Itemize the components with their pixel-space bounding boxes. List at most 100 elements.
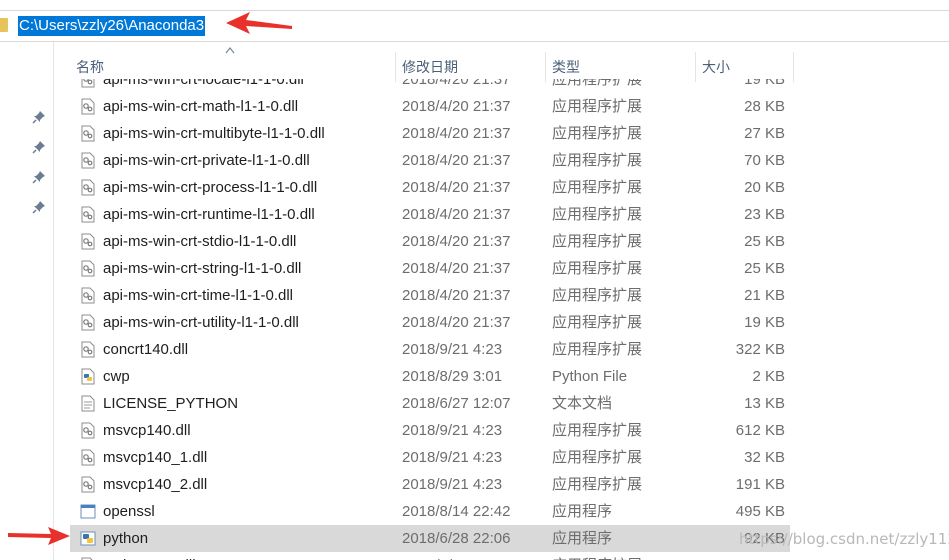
- file-type: 应用程序: [552, 503, 613, 520]
- dll-gear-icon: [80, 206, 96, 223]
- file-date: 2018/6/28 22:06: [402, 530, 511, 547]
- file-name: msvcp140_1.dll: [103, 449, 208, 466]
- file-row[interactable]: api-ms-win-crt-process-l1-1-0.dll 2018/4/…: [70, 174, 790, 201]
- file-date: 2018/6/27 12:07: [402, 395, 511, 412]
- file-type: 应用程序扩展: [552, 125, 643, 142]
- column-header-type[interactable]: 类型: [546, 52, 696, 82]
- file-name: api-ms-win-crt-locale-l1-1-0.dll: [103, 79, 304, 88]
- file-date: 2018/4/20 21:37: [402, 98, 511, 115]
- file-size: 19 KB: [744, 79, 785, 88]
- annotation-arrow-address: [226, 12, 292, 34]
- file-type: 应用程序扩展: [552, 79, 643, 88]
- column-header-name[interactable]: 名称: [70, 52, 396, 82]
- file-row[interactable]: msvcp140_1.dll 2018/9/21 4:23 应用程序扩展 32 KB: [70, 444, 790, 471]
- file-type: 文本文档: [552, 395, 613, 412]
- file-date: 2018/4/20 21:37: [402, 206, 511, 223]
- dll-gear-icon: [80, 341, 96, 358]
- file-date: 2018/4/20 21:37: [402, 314, 511, 331]
- file-type: 应用程序扩展: [552, 179, 643, 196]
- file-name: concrt140.dll: [103, 341, 189, 358]
- file-row[interactable]: LICENSE_PYTHON 2018/6/27 12:07 文本文档 13 KB: [70, 390, 790, 417]
- file-row[interactable]: concrt140.dll 2018/9/21 4:23 应用程序扩展 322 KB: [70, 336, 790, 363]
- file-row[interactable]: api-ms-win-crt-private-l1-1-0.dll 2018/4/…: [70, 147, 790, 174]
- dll-gear-icon: [80, 422, 96, 439]
- file-size: 495 KB: [735, 503, 785, 520]
- file-row[interactable]: api-ms-win-crt-time-l1-1-0.dll 2018/4/20 …: [70, 282, 790, 309]
- app-window-icon: [80, 503, 96, 520]
- file-name: pythoncom.dll: [103, 552, 196, 560]
- file-type: 应用程序扩展: [552, 449, 643, 466]
- file-size: 191 KB: [735, 476, 785, 493]
- file-row[interactable]: api-ms-win-crt-multibyte-l1-1-0.dll 2018/…: [70, 120, 790, 147]
- address-bar[interactable]: C:\Users\zzly26\Anaconda3: [0, 10, 949, 42]
- file-row[interactable]: api-ms-win-crt-runtime-l1-1-0.dll 2018/4/…: [70, 201, 790, 228]
- file-size: 489 KB: [692, 552, 785, 560]
- file-size: 322 KB: [735, 341, 785, 358]
- file-date: 2018/4/20 21:37: [402, 287, 511, 304]
- file-size: 27 KB: [744, 125, 785, 142]
- file-name: msvcp140_2.dll: [103, 476, 208, 493]
- dll-gear-icon: [80, 179, 96, 196]
- file-name: api-ms-win-crt-process-l1-1-0.dll: [103, 179, 318, 196]
- file-row[interactable]: cwp 2018/8/29 3:01 Python File 2 KB: [70, 363, 790, 390]
- file-size: 25 KB: [744, 260, 785, 277]
- file-row[interactable]: msvcp140.dll 2018/9/21 4:23 应用程序扩展 612 KB: [70, 417, 790, 444]
- file-size: 70 KB: [744, 152, 785, 169]
- file-name: openssl: [103, 503, 155, 520]
- file-type: 应用程序扩展: [552, 233, 643, 250]
- file-row[interactable]: api-ms-win-crt-stdio-l1-1-0.dll 2018/4/20…: [70, 228, 790, 255]
- file-name: msvcp140.dll: [103, 422, 191, 439]
- file-row[interactable]: pythoncom.dll 2018/6/28 22:06 应用程序扩展 489 KB: [70, 552, 790, 560]
- file-type: 应用程序扩展: [552, 422, 643, 439]
- file-date: 2018/4/20 21:37: [402, 233, 511, 250]
- pin-icon[interactable]: [32, 110, 46, 124]
- file-type: 应用程序扩展: [552, 206, 643, 223]
- file-name: api-ms-win-crt-multibyte-l1-1-0.dll: [103, 125, 325, 142]
- file-size: 28 KB: [744, 98, 785, 115]
- file-date: 2018/4/20 21:37: [402, 152, 511, 169]
- python-file-icon: [80, 368, 96, 385]
- column-header-row: 名称 修改日期 类型 大小: [70, 47, 800, 82]
- address-path[interactable]: C:\Users\zzly26\Anaconda3: [18, 16, 206, 36]
- file-type: Python File: [552, 368, 628, 385]
- file-date: 2018/8/14 22:42: [402, 503, 511, 520]
- pin-icon[interactable]: [32, 140, 46, 154]
- pin-icon[interactable]: [32, 200, 46, 214]
- file-name: python: [103, 530, 149, 547]
- file-date: 2018/9/21 4:23: [402, 341, 503, 358]
- file-name: api-ms-win-crt-private-l1-1-0.dll: [103, 152, 310, 169]
- file-row[interactable]: python 2018/6/28 22:06 应用程序 92 KB: [70, 525, 790, 552]
- file-date: 2018/9/21 4:23: [402, 449, 503, 466]
- file-type: 应用程序扩展: [552, 341, 643, 358]
- file-row[interactable]: api-ms-win-crt-math-l1-1-0.dll 2018/4/20 …: [70, 93, 790, 120]
- file-row[interactable]: api-ms-win-crt-string-l1-1-0.dll 2018/4/2…: [70, 255, 790, 282]
- file-name: api-ms-win-crt-utility-l1-1-0.dll: [103, 314, 299, 331]
- column-header-size[interactable]: 大小: [696, 52, 794, 82]
- dll-gear-icon: [80, 287, 96, 304]
- file-name: cwp: [103, 368, 130, 385]
- file-row[interactable]: api-ms-win-crt-utility-l1-1-0.dll 2018/4/…: [70, 309, 790, 336]
- file-date: 2018/4/20 21:37: [402, 179, 511, 196]
- column-header-date[interactable]: 修改日期: [396, 52, 546, 82]
- dll-gear-icon: [80, 314, 96, 331]
- file-name: api-ms-win-crt-math-l1-1-0.dll: [103, 98, 299, 115]
- file-size: 19 KB: [744, 314, 785, 331]
- file-row[interactable]: api-ms-win-crt-locale-l1-1-0.dll 2018/4/2…: [70, 79, 790, 93]
- dll-gear-icon: [80, 152, 96, 169]
- file-date: 2018/9/21 4:23: [402, 476, 503, 493]
- file-type: 应用程序扩展: [552, 152, 643, 169]
- file-date: 2018/4/20 21:37: [402, 260, 511, 277]
- file-name: LICENSE_PYTHON: [103, 395, 239, 412]
- dll-gear-icon: [80, 125, 96, 142]
- pin-icon[interactable]: [32, 170, 46, 184]
- dll-gear-icon: [80, 476, 96, 493]
- file-date: 2018/9/21 4:23: [402, 422, 503, 439]
- file-date: 2018/6/28 22:06: [402, 552, 510, 560]
- file-date: 2018/4/20 21:37: [402, 125, 511, 142]
- dll-gear-icon: [80, 98, 96, 115]
- file-type: 应用程序扩展: [552, 314, 643, 331]
- file-row[interactable]: openssl 2018/8/14 22:42 应用程序 495 KB: [70, 498, 790, 525]
- file-type: 应用程序扩展: [552, 476, 643, 493]
- folder-icon: [0, 18, 8, 32]
- file-row[interactable]: msvcp140_2.dll 2018/9/21 4:23 应用程序扩展 191 KB: [70, 471, 790, 498]
